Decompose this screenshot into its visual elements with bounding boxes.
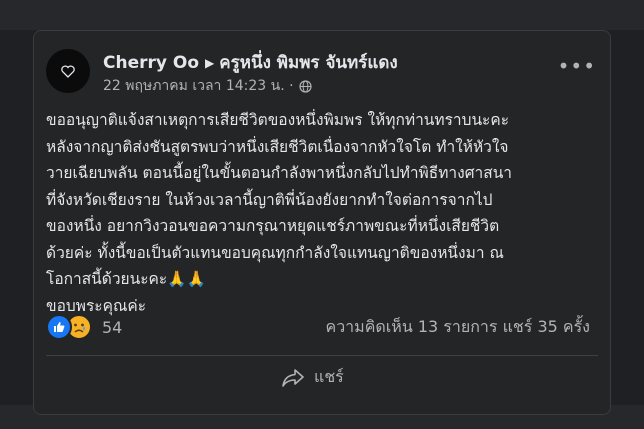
post-text-line: วายเฉียบพลัน ตอนนี้อยู่ในขั้นตอนกำลังพาห… xyxy=(46,164,512,182)
post-header: Cherry Oo ▶ ครูหนึ่ง พิมพร จันทร์แดง xyxy=(103,49,398,76)
post-text-line: หลังจากญาติส่งชันสูตรพบว่าหนึ่งเสียชีวิต… xyxy=(46,137,509,156)
author-name[interactable]: Cherry Oo xyxy=(103,53,199,73)
post-body: ขออนุญาติแจ้งสาเหตุการเสียชีวิตของหนึ่งพ… xyxy=(46,107,606,319)
post-timestamp[interactable]: 22 พฤษภาคม เวลา 14:23 น. · xyxy=(103,75,294,97)
divider xyxy=(46,355,598,356)
post-text-line: ขออนุญาติแจ้งสาเหตุการเสียชีวิตของหนึ่งพ… xyxy=(46,111,510,129)
heart-icon xyxy=(61,64,75,78)
share-label: แชร์ xyxy=(314,367,344,386)
post-card: Cherry Oo ▶ ครูหนึ่ง พิมพร จันทร์แดง 22 … xyxy=(33,30,611,415)
share-arrow-icon xyxy=(282,368,304,387)
like-reaction-icon xyxy=(46,314,72,340)
globe-icon xyxy=(298,79,312,93)
more-options-button[interactable]: ••• xyxy=(558,56,596,76)
post-text-line: ที่จังหวัดเชียงราย ในห้วงเวลานี้ญาติพี่น… xyxy=(46,190,493,209)
post-meta: 22 พฤษภาคม เวลา 14:23 น. · xyxy=(103,75,312,97)
share-button[interactable]: แชร์ xyxy=(282,365,344,390)
reaction-count: 54 xyxy=(102,317,123,337)
post-text-line: ด้วยค่ะ ทั้งนี้ขอเป็นตัวแทนขอบคุณทุกกำลั… xyxy=(46,243,504,262)
avatar[interactable] xyxy=(46,49,90,93)
backdrop-top xyxy=(0,0,644,30)
recipient-name[interactable]: ครูหนึ่ง พิมพร จันทร์แดง xyxy=(219,49,397,76)
comments-shares-count[interactable]: ความคิดเห็น 13 รายการ แชร์ 35 ครั้ง xyxy=(325,315,590,340)
post-text-line: ของหนึ่ง อยากวิงวอนขอความกรุณาหยุดแชร์ภา… xyxy=(46,217,500,235)
post-text-line: โอกาสนี้ด้วยนะคะ🙏🙏 xyxy=(46,270,206,288)
caret-right-icon: ▶ xyxy=(205,55,215,70)
reaction-summary[interactable]: 54 xyxy=(46,314,122,340)
